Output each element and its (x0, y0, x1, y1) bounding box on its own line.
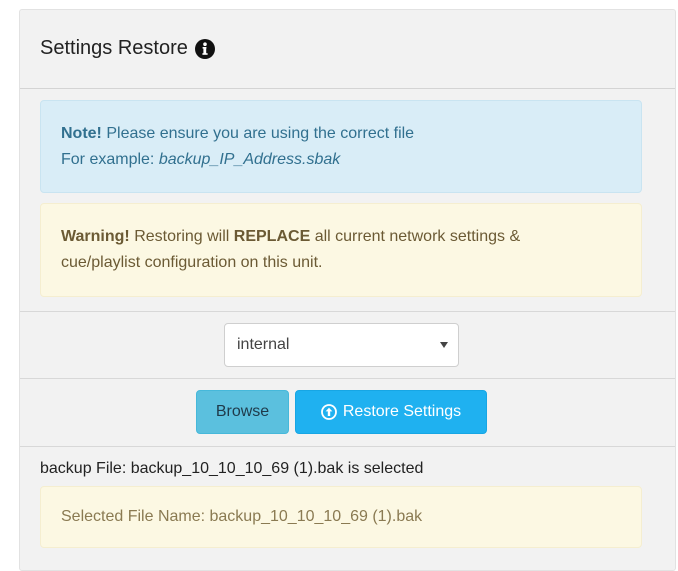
file-status-text: backup File: backup_10_10_10_69 (1).bak … (40, 460, 424, 477)
warning-text-after: all current network settings & (314, 228, 521, 245)
warning-emphasis: REPLACE (233, 228, 311, 245)
divider (20, 378, 675, 379)
arrow-circle-up-icon (320, 404, 337, 420)
note-text: Please ensure you are using the correct … (106, 125, 415, 142)
warning-alert: Warning! Restoring will REPLACE all curr… (40, 203, 642, 297)
example-prefix: For example: (61, 151, 155, 168)
source-select-value: internal (237, 336, 290, 353)
note-alert: Note! Please ensure you are using the co… (40, 100, 642, 193)
note-label: Note! (61, 125, 102, 142)
warning-label: Warning! (61, 228, 130, 245)
warning-line-2: cue/playlist configuration on this unit. (61, 254, 323, 271)
restore-settings-label: Restore Settings (342, 403, 462, 420)
divider (20, 446, 675, 447)
panel-title: Settings Restore (40, 37, 215, 60)
divider (20, 311, 675, 312)
browse-button[interactable]: Browse (196, 390, 289, 434)
note-line: Note! Please ensure you are using the co… (61, 121, 621, 147)
panel-title-text: Settings Restore (40, 37, 188, 59)
example-line: For example: backup_IP_Address.sbak (61, 147, 621, 173)
example-value: backup_IP_Address.sbak (158, 151, 341, 168)
selected-file-text: Selected File Name: backup_10_10_10_69 (… (61, 508, 423, 525)
selected-file-alert: Selected File Name: backup_10_10_10_69 (… (40, 486, 642, 548)
warning-line-1: Warning! Restoring will REPLACE all curr… (61, 224, 621, 250)
settings-restore-panel: Settings Restore Note! Please ensure you… (19, 9, 676, 571)
caret-down-icon (440, 342, 448, 348)
source-select[interactable]: internal (224, 323, 459, 367)
warning-text-before: Restoring will (134, 228, 230, 245)
restore-settings-button[interactable]: Restore Settings (295, 390, 487, 434)
panel-header: Settings Restore (20, 10, 675, 89)
info-circle-icon[interactable] (194, 38, 215, 59)
